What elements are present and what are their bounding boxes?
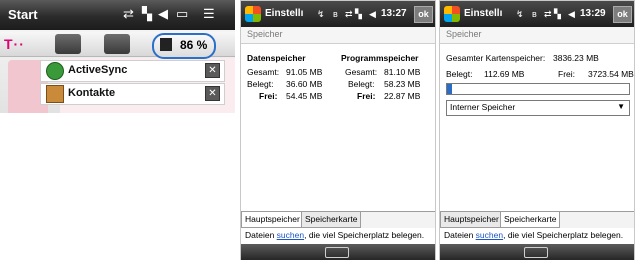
soft-key-bar (241, 244, 435, 260)
windows-logo-icon[interactable] (444, 6, 460, 22)
ok-button[interactable]: ok (613, 6, 632, 23)
footer-suffix: , die viel Speicherplatz belegen. (304, 230, 425, 240)
menu-icon[interactable]: ☰ (203, 6, 215, 22)
volume-icon[interactable]: ◀ (369, 9, 376, 20)
footer-suffix: , die viel Speicherplatz belegen. (503, 230, 624, 240)
prog-total-label: Gesamt: (345, 67, 378, 77)
window-title: Einstellı (464, 8, 503, 19)
bluetooth-icon[interactable]: ʙ (333, 9, 338, 19)
data-connection-icon[interactable]: ⇄ (123, 6, 134, 22)
free-label: Frei: (259, 91, 278, 101)
settings-memory-main-panel: Einstellı ↯ ʙ ⇄ ▚ ◀ 13:27 ok Speicher Da… (240, 0, 436, 260)
tools-icon[interactable] (104, 34, 130, 54)
keyboard-icon[interactable] (325, 247, 349, 258)
chevron-down-icon[interactable]: ▼ (617, 102, 625, 111)
tab-hauptspeicher[interactable]: Hauptspeicher (241, 212, 304, 228)
card-free-value: 3723.54 MB (588, 69, 634, 79)
subtitle-bar: Speicher (440, 27, 634, 44)
card-free-label: Frei: (558, 69, 575, 79)
card-total-label: Gesamter Kartenspeicher: (446, 53, 546, 63)
card-total-value: 3836.23 MB (553, 53, 599, 63)
prog-used-label: Belegt: (348, 79, 375, 89)
subtitle: Speicher (446, 29, 482, 39)
usage-bar (446, 83, 630, 95)
card-used-label: Belegt: (446, 69, 473, 79)
contacts-icon (46, 85, 64, 103)
windows-button[interactable] (55, 34, 81, 54)
search-link[interactable]: suchen (476, 230, 503, 240)
close-icon[interactable]: ✕ (205, 63, 220, 78)
footer-prefix: Dateien (444, 230, 476, 240)
tab-hauptspeicher[interactable]: Hauptspeicher (440, 212, 503, 228)
card-used-value: 112.69 MB (484, 69, 525, 79)
bluetooth-icon[interactable]: ʙ (532, 9, 537, 19)
settings-memory-card-panel: Einstellı ↯ ʙ ⇄ ▚ ◀ 13:29 ok Speicher Ge… (439, 0, 635, 260)
battery-level-icon (160, 38, 172, 51)
data-free-value: 54.45 MB (286, 91, 323, 101)
battery-percent: 86 % (180, 38, 208, 52)
carrier-logo: T·· (4, 36, 25, 52)
search-link[interactable]: suchen (277, 230, 304, 240)
signal-icon[interactable]: ▚ (142, 6, 152, 22)
total-label: Gesamt: (247, 67, 280, 77)
connection-icon[interactable]: ↯ (516, 9, 524, 20)
volume-icon[interactable]: ◀ (568, 9, 575, 20)
data-storage-heading: Datenspeicher (247, 53, 306, 63)
tab-speicherkarte[interactable]: Speicherkarte (500, 212, 561, 228)
clock[interactable]: 13:29 (580, 8, 606, 19)
prog-free-label: Frei: (357, 91, 376, 101)
tab-speicherkarte[interactable]: Speicherkarte (301, 212, 362, 228)
data-total-value: 91.05 MB (286, 67, 323, 77)
storage-select-value: Interner Speicher (450, 102, 516, 112)
footer-text: Dateien suchen, die viel Speicherplatz b… (241, 229, 435, 243)
used-label: Belegt: (247, 79, 274, 89)
signal-icon[interactable]: ⇄ ▚ (544, 9, 561, 20)
prog-total-value: 81.10 MB (384, 67, 421, 77)
soft-key-bar (440, 244, 634, 260)
footer-prefix: Dateien (245, 230, 277, 240)
close-icon[interactable]: ✕ (205, 86, 220, 101)
footer-text: Dateien suchen, die viel Speicherplatz b… (440, 229, 634, 243)
storage-select[interactable]: Interner Speicher ▼ (446, 100, 630, 116)
clock[interactable]: 13:27 (381, 8, 407, 19)
today-screen-panel: Start ⇄ ▚ ◀ ▭ ☰ T·· 86 % ActiveSync ✕ Ko… (0, 0, 235, 113)
notification-label: Kontakte (68, 87, 116, 99)
data-used-value: 36.60 MB (286, 79, 323, 89)
usage-bar-fill (447, 84, 453, 94)
start-title[interactable]: Start (8, 7, 38, 22)
window-title: Einstellı (265, 8, 304, 19)
volume-icon[interactable]: ◀ (158, 6, 168, 22)
signal-icon[interactable]: ⇄ ▚ (345, 9, 362, 20)
subtitle: Speicher (247, 29, 283, 39)
windows-logo-icon[interactable] (245, 6, 261, 22)
battery-icon[interactable]: ▭ (176, 6, 188, 22)
notification-label: ActiveSync (68, 64, 128, 76)
keyboard-icon[interactable] (524, 247, 548, 258)
prog-used-value: 58.23 MB (384, 79, 421, 89)
ok-button[interactable]: ok (414, 6, 433, 23)
program-memory-heading: Programmspeicher (341, 53, 419, 63)
prog-free-value: 22.87 MB (384, 91, 421, 101)
subtitle-bar: Speicher (241, 27, 435, 44)
connection-icon[interactable]: ↯ (317, 9, 325, 20)
activesync-icon (46, 62, 64, 80)
